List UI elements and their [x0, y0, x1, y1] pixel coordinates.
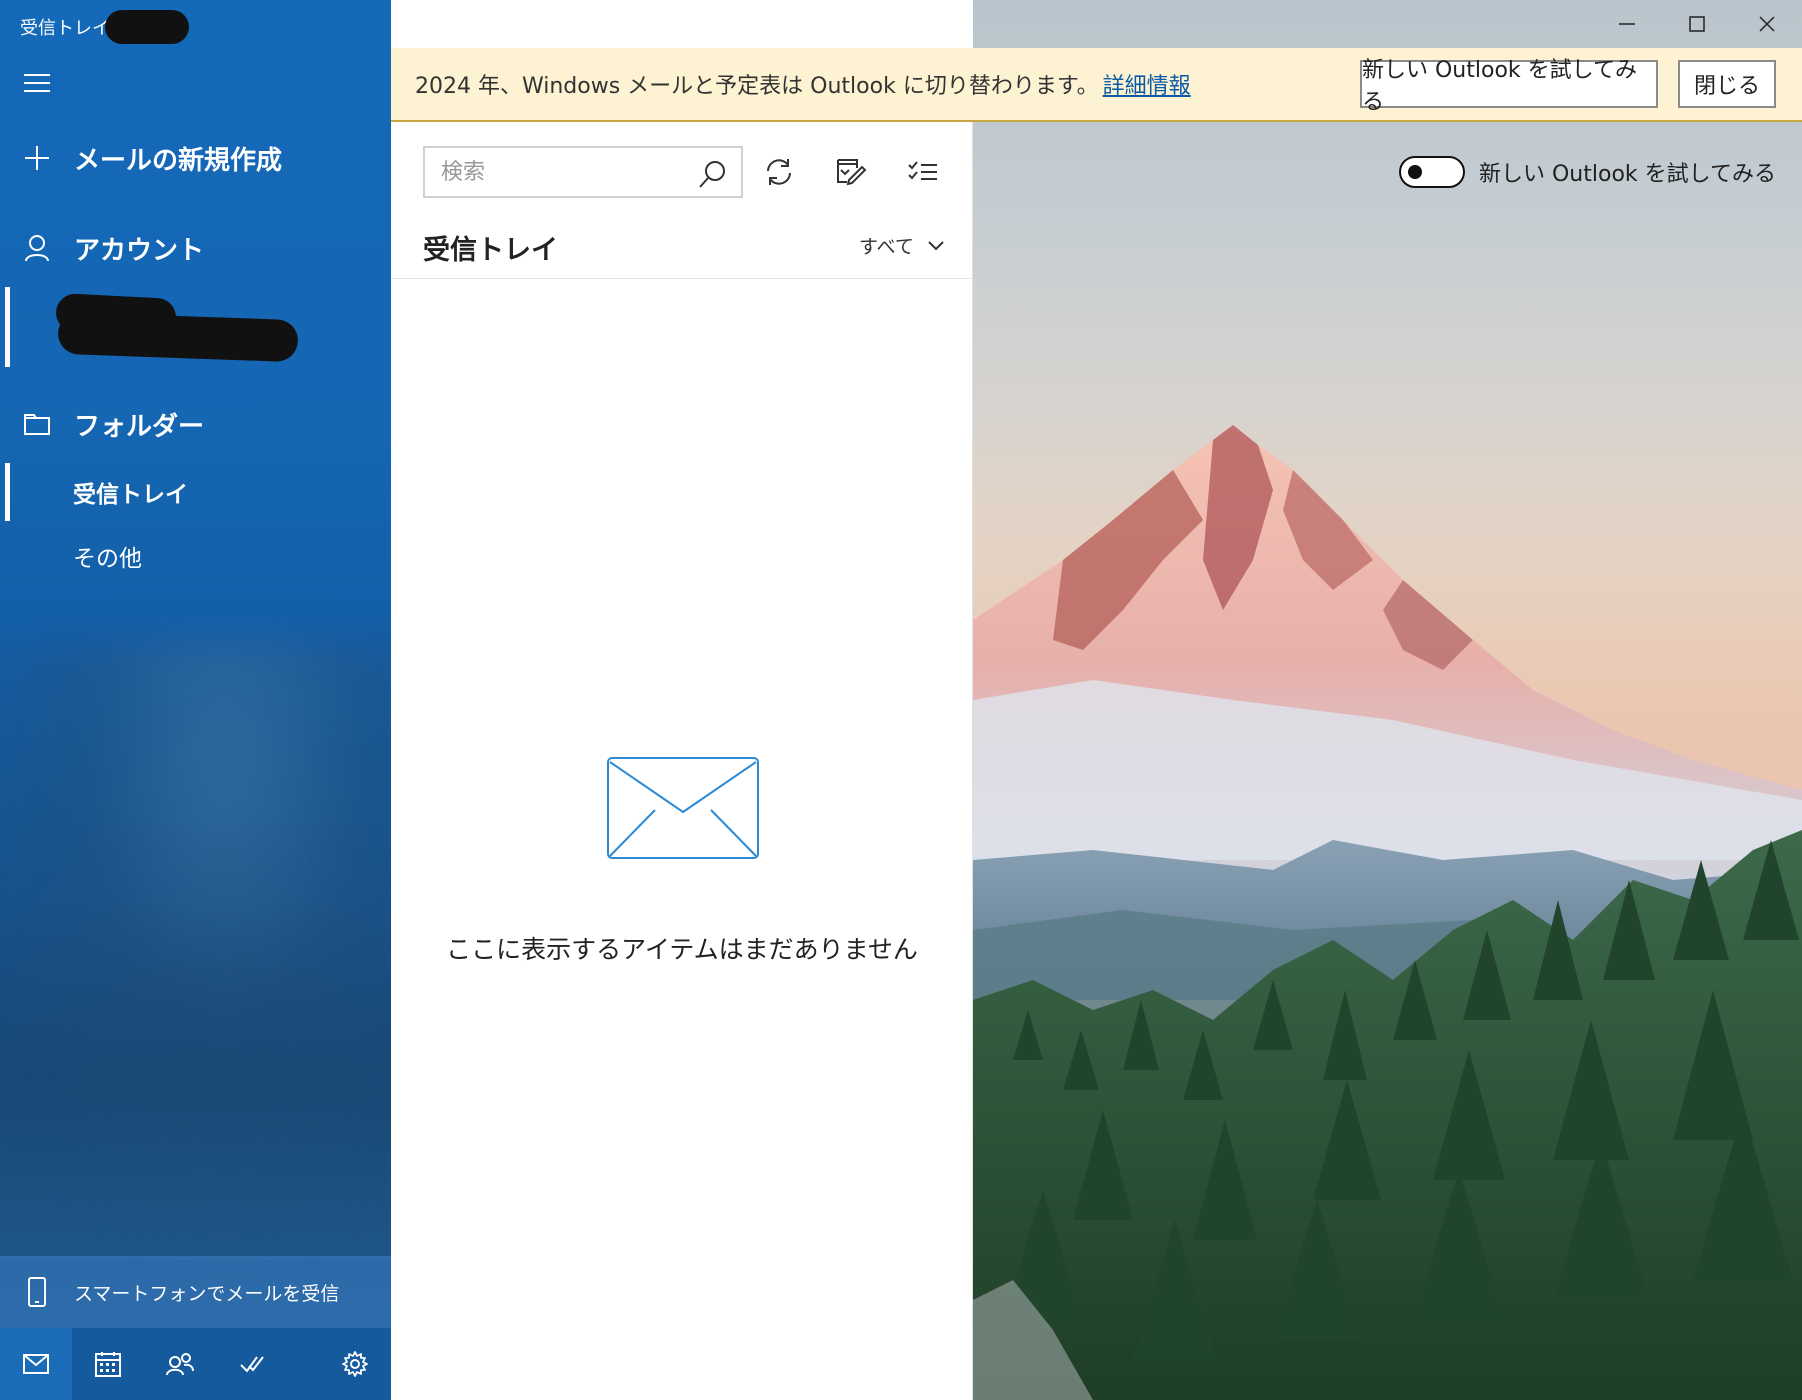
search-icon[interactable] [699, 160, 727, 192]
empty-state-message: ここに表示するアイテムはまだありません [446, 935, 918, 964]
folder-item-inbox[interactable]: 受信トレイ [0, 463, 391, 521]
outlook-transition-banner: 2024 年、Windows メールと予定表は Outlook に切り替わります… [391, 48, 1802, 122]
redacted-account-name [105, 10, 189, 44]
accounts-button[interactable]: アカウント [0, 228, 391, 268]
banner-close-button[interactable]: 閉じる [1678, 60, 1776, 108]
mail-icon[interactable] [0, 1328, 72, 1400]
folder-icon [0, 413, 74, 435]
get-mail-on-phone-button[interactable]: スマートフォンでメールを受信 [0, 1256, 391, 1328]
mountain-landscape-image [973, 425, 1802, 1400]
calendar-icon[interactable] [72, 1328, 144, 1400]
close-icon[interactable] [1732, 0, 1802, 48]
try-new-outlook-toggle[interactable]: 新しい Outlook を試してみる [1399, 156, 1776, 188]
settings-icon[interactable] [319, 1328, 391, 1400]
todo-icon[interactable] [216, 1328, 288, 1400]
message-list-pane: 受信トレイ すべて ここに表示するアイテムはまだありません [391, 0, 973, 1400]
folders-button[interactable]: フォルダー [0, 404, 391, 444]
new-mail-label: メールの新規作成 [74, 145, 283, 176]
filter-dropdown[interactable]: すべて [859, 232, 944, 259]
bottom-navigation [0, 1328, 391, 1400]
chevron-down-icon [928, 240, 944, 250]
smartphone-icon [0, 1277, 74, 1307]
plus-icon [0, 145, 74, 171]
titlebar-middle [391, 0, 973, 48]
get-mail-on-phone-label: スマートフォンでメールを受信 [74, 1282, 340, 1305]
sync-icon[interactable] [757, 150, 801, 194]
try-new-outlook-button[interactable]: 新しい Outlook を試してみる [1360, 58, 1658, 115]
toggle-switch[interactable] [1399, 156, 1465, 188]
edit-mode-icon[interactable] [829, 150, 873, 194]
account-selected-indicator [5, 287, 10, 367]
folder-title: 受信トレイ [423, 235, 558, 266]
toggle-label: 新しい Outlook を試してみる [1479, 162, 1776, 187]
people-icon[interactable] [144, 1328, 216, 1400]
folder-item-other[interactable]: その他 [0, 527, 391, 585]
empty-inbox-envelope-icon [606, 756, 760, 864]
maximize-icon[interactable] [1662, 0, 1732, 48]
accounts-label: アカウント [74, 235, 205, 266]
search-box[interactable] [423, 146, 743, 198]
list-divider [391, 278, 973, 279]
window-controls [1592, 0, 1802, 48]
navigation-pane: 受信トレイ メールの新規作成 アカウント フォルダー 受信トレイ その他 スマー… [0, 0, 391, 1400]
minimize-icon[interactable] [1592, 0, 1662, 48]
filter-label: すべて [859, 236, 914, 258]
hamburger-menu-icon[interactable] [24, 74, 50, 94]
banner-more-info-link[interactable]: 詳細情報 [1103, 68, 1191, 100]
new-mail-button[interactable]: メールの新規作成 [0, 138, 391, 178]
redacted-email [57, 311, 299, 363]
window-title: 受信トレイ [20, 18, 110, 39]
selection-mode-icon[interactable] [901, 150, 945, 194]
search-input[interactable] [441, 159, 681, 185]
person-icon [0, 234, 74, 262]
background-blur-lower [0, 900, 391, 1260]
reading-pane-background: 新しい Outlook を試してみる [973, 0, 1802, 1400]
banner-message: 2024 年、Windows メールと予定表は Outlook に切り替わります… [415, 74, 1099, 99]
folders-label: フォルダー [74, 411, 205, 442]
